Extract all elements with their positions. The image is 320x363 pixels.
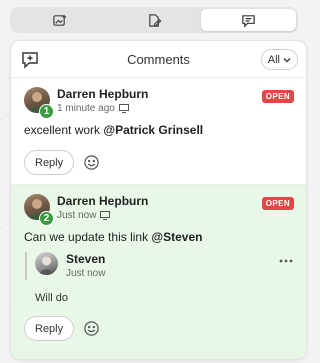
comments-panel: Comments All 1 Darren Hepburn 1 minute a… [10, 40, 307, 360]
author-name: Darren Hepburn [57, 194, 149, 208]
reply-text: Will do [35, 292, 69, 304]
view-toolbar [10, 7, 298, 33]
mention-link[interactable]: @Steven [151, 230, 202, 244]
author-name: Darren Hepburn [57, 87, 149, 101]
panel-title: Comments [127, 51, 190, 67]
chevron-down-icon [283, 57, 291, 62]
more-options-icon[interactable] [278, 258, 294, 264]
emoji-reaction-icon[interactable] [83, 320, 100, 337]
comment-body: excellent work [24, 123, 101, 137]
monitor-icon [100, 211, 111, 220]
tab-comments[interactable] [201, 9, 297, 31]
comment-thread-1[interactable]: 1 Darren Hepburn 1 minute ago OPEN excel… [11, 78, 306, 185]
filter-selected-value: All [267, 53, 280, 66]
thread-number-badge: 1 [39, 104, 54, 119]
comment-icon [242, 14, 255, 28]
status-badge: OPEN [261, 90, 294, 103]
document-edit-icon [148, 13, 161, 27]
comment-body: Can we update this link [24, 230, 149, 244]
comment-text: excellent work @Patrick Grinsell [24, 123, 294, 137]
comment-thread-2[interactable]: 2 Darren Hepburn Just now OPEN Can we up… [11, 185, 306, 359]
panel-header: Comments All [11, 41, 306, 78]
timestamp-text: Just now [57, 210, 97, 221]
timestamp: 1 minute ago [57, 103, 262, 114]
mention-link[interactable]: @Patrick Grinsell [103, 123, 203, 137]
user-photo-icon [38, 256, 55, 275]
avatar: 2 [24, 194, 54, 226]
monitor-icon [118, 104, 129, 113]
tab-edit-document[interactable] [107, 9, 202, 31]
timestamp: Just now [57, 210, 262, 221]
status-badge: OPEN [261, 197, 294, 210]
image-add-icon [53, 14, 66, 26]
filter-select[interactable]: All [260, 49, 298, 70]
reply-button[interactable]: Reply [24, 150, 75, 175]
reply-avatar [35, 252, 58, 275]
thread-number-badge: 2 [39, 211, 54, 226]
avatar: 1 [24, 87, 54, 119]
emoji-reaction-icon[interactable] [83, 154, 100, 171]
tab-insert-image[interactable] [12, 9, 107, 31]
reply-author-name: Steven [66, 252, 106, 266]
comment-text: Can we update this link @Steven [24, 230, 294, 244]
reply-item: Steven Just now [25, 252, 294, 280]
reply-timestamp: Just now [66, 268, 106, 279]
timestamp-text: 1 minute ago [57, 103, 115, 114]
reply-button[interactable]: Reply [24, 316, 75, 341]
new-comment-icon[interactable] [21, 51, 39, 69]
